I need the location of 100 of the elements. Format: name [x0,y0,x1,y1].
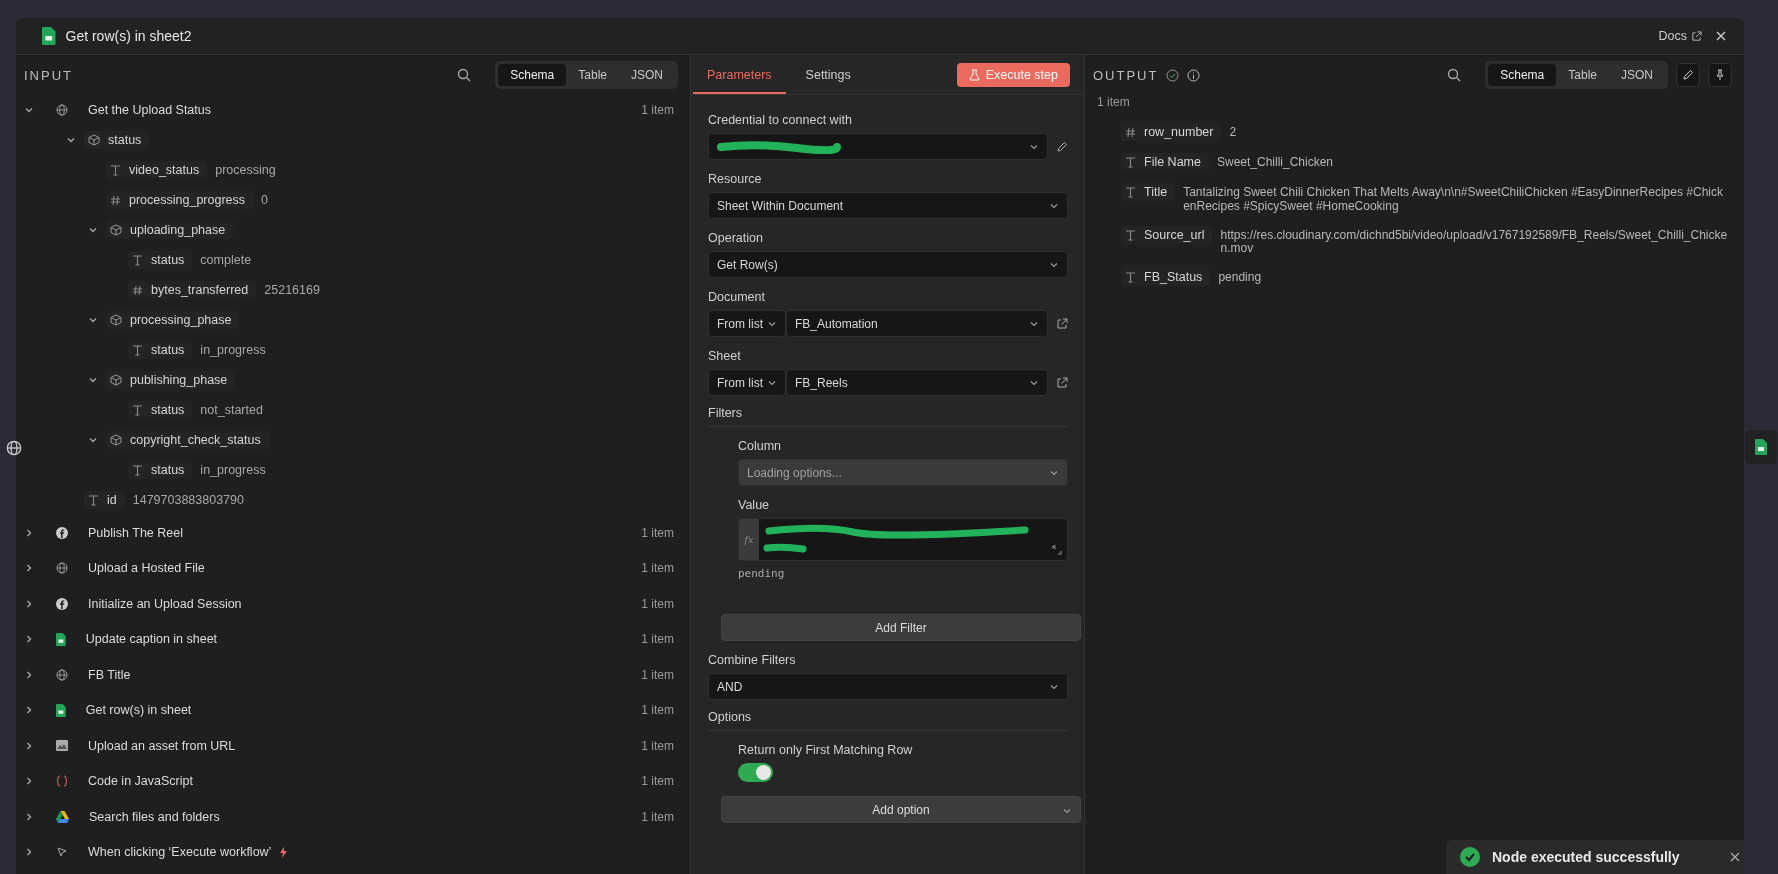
expression-badge: fx [739,519,759,560]
field-value: processing [215,163,276,177]
search-icon[interactable] [457,68,472,82]
chevron-right-icon[interactable] [24,847,34,858]
info-icon[interactable] [1187,68,1201,82]
edit-button[interactable] [1676,63,1700,87]
item-count: 1 item [641,809,674,824]
item-count: 1 item [641,667,674,682]
field-label: Combine Filters [708,653,797,667]
view-tab[interactable]: Table [566,64,619,86]
chevron-right-icon[interactable] [24,527,34,538]
item-count: 1 item [641,703,674,718]
node-name[interactable]: Code in JavaScript [88,774,193,789]
text-type-icon [1125,156,1136,168]
field-name: Title [1144,185,1168,199]
node-name[interactable]: FB Title [88,667,131,682]
globe-icon [56,562,68,575]
node-name[interactable]: Get row(s) in sheet [85,703,192,718]
panel-tab[interactable]: Parameters [693,68,786,94]
field-label: Resource [708,172,763,186]
spreadsheet-icon [1755,439,1767,455]
credential-select[interactable] [708,133,1048,160]
chevron-right-icon[interactable] [24,811,34,822]
field-value: 1479703883803790 [132,493,244,507]
toggle-switch[interactable] [738,763,773,782]
chevron-down-icon[interactable] [88,225,98,235]
chevron-down-icon [1062,806,1072,816]
field-name: processing_phase [130,313,232,327]
view-tab[interactable]: Schema [1488,64,1557,86]
close-icon[interactable] [1730,852,1740,862]
node-name[interactable]: Search files and folders [89,809,220,824]
chevron-right-icon[interactable] [24,669,34,680]
text-type-icon [110,164,121,176]
hash-icon [1125,126,1136,138]
node-name[interactable]: When clicking ‘Execute workflow’ [88,845,272,860]
field-label: Return only First Matching Row [738,743,914,757]
field-name: Source_url [1144,227,1205,242]
select-field[interactable]: AND [708,673,1068,700]
pin-button[interactable] [1708,63,1732,87]
field-name: uploading_phase [130,223,226,237]
chevron-right-icon[interactable] [24,705,34,716]
view-tab[interactable]: JSON [1609,64,1665,86]
node-name[interactable]: Upload a Hosted File [88,561,205,576]
node-button[interactable] [1745,430,1777,464]
chevron-right-icon[interactable] [24,776,34,787]
select-field[interactable]: Loading options... [738,459,1068,486]
view-tab[interactable]: Table [1556,64,1609,86]
select-field[interactable]: FB_Automation [786,310,1048,337]
globe-icon[interactable] [6,440,22,456]
pencil-icon[interactable] [1056,140,1068,153]
field-label: Document [708,290,766,304]
add-filter-button[interactable]: Add Filter [721,614,1081,641]
field-value: Tantalizing Sweet Chili Chicken That Melts Away\n\n#SweetChiliChicken #EasyDinnerRecipes #ChickenRecipes #SpicySweet #HomeCooking [1183,184,1724,214]
chevron-right-icon[interactable] [24,740,34,751]
field-name: processing_progress [129,193,246,207]
add-option-button[interactable]: Add option [721,796,1081,823]
field-label: Operation [708,231,764,245]
text-type-icon [1125,186,1136,198]
view-tab[interactable]: JSON [619,64,675,86]
select-field[interactable]: FB_Reels [786,369,1048,396]
node-name[interactable]: Publish The Reel [88,525,183,540]
check-circle-icon [1166,68,1180,82]
node-name[interactable]: Get the Upload Status [88,103,211,117]
node-name[interactable]: Update caption in sheet [85,632,218,647]
external-link-icon[interactable] [1056,376,1068,389]
mode-select[interactable]: From list [708,369,786,396]
chevron-right-icon[interactable] [24,563,34,574]
node-name[interactable]: Upload an asset from URL [88,738,236,753]
select-field[interactable]: Get Row(s) [708,251,1068,278]
field-value: complete [200,253,252,267]
facebook-icon [56,597,68,610]
text-type-icon [132,344,143,356]
node-name[interactable]: Initialize an Upload Session [88,596,242,611]
panel-title: OUTPUT [1093,67,1159,83]
chevron-down-icon[interactable] [88,375,98,385]
cube-icon [88,134,100,146]
chevron-down-icon[interactable] [66,135,76,145]
select-field[interactable]: Sheet Within Document [708,192,1068,219]
field-value: not_started [200,403,263,417]
field-value: in_progress [200,463,266,477]
cube-icon [110,314,122,326]
field-label: Value [738,498,771,512]
external-link-icon[interactable] [1056,317,1068,330]
panel-tab[interactable]: Settings [791,68,865,94]
expression-result: pending [738,567,786,580]
expand-icon[interactable] [1051,544,1063,556]
field-name: status [151,343,185,357]
view-tab[interactable]: Schema [498,64,567,86]
cube-icon [110,224,122,236]
mode-select[interactable]: From list [708,310,786,337]
toast-message: Node executed successfully [1492,849,1681,865]
field-name: bytes_transferred [151,283,249,297]
field-name: id [107,493,117,507]
chevron-down-icon[interactable] [88,435,98,445]
search-icon[interactable] [1447,68,1462,82]
chevron-right-icon[interactable] [24,634,34,645]
chevron-right-icon[interactable] [24,598,34,609]
chevron-down-icon[interactable] [24,105,34,115]
chevron-down-icon[interactable] [88,315,98,325]
docs-link[interactable]: Docs [1658,29,1702,43]
